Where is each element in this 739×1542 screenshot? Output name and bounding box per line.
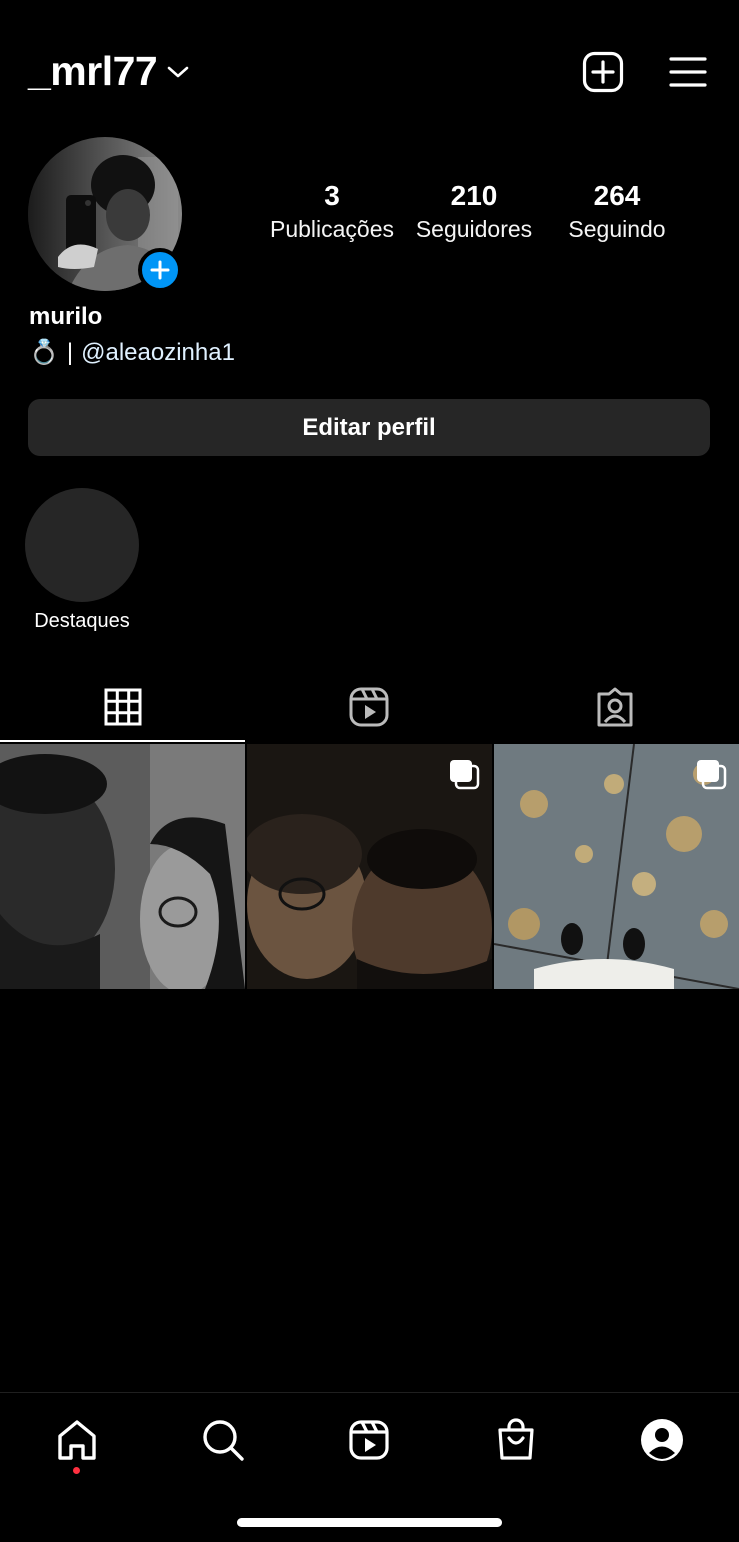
tab-grid[interactable]: [0, 672, 246, 742]
notification-dot: [73, 1467, 80, 1474]
username-title: _mrl77: [28, 48, 158, 94]
tab-active-indicator: [0, 740, 245, 742]
create-post-button[interactable]: [579, 48, 627, 96]
home-icon: [58, 1420, 96, 1460]
chevron-down-icon: [167, 65, 189, 84]
home-indicator: [237, 1518, 502, 1527]
tab-reels[interactable]: [246, 672, 492, 742]
stat-count: 210: [450, 180, 498, 211]
post-thumbnail[interactable]: [494, 744, 739, 989]
nav-shop[interactable]: [486, 1410, 546, 1470]
bio-mention-link[interactable]: @aleaozinha1: [81, 339, 235, 367]
search-icon: [203, 1420, 244, 1461]
nav-profile[interactable]: [632, 1410, 692, 1470]
post-thumbnail[interactable]: [247, 744, 492, 989]
reels-icon: [349, 687, 389, 727]
nav-reels[interactable]: [339, 1410, 399, 1470]
stat-label: Seguindo: [568, 216, 666, 242]
display-name: murilo: [29, 303, 103, 330]
stat-posts[interactable]: 3 Publicações: [262, 180, 402, 246]
edit-profile-button[interactable]: Editar perfil: [28, 399, 710, 456]
shop-icon: [498, 1418, 534, 1460]
stat-label: Publicações: [269, 216, 395, 242]
plus-icon: [150, 260, 170, 280]
profile-icon: [641, 1419, 683, 1461]
add-story-button[interactable]: [138, 248, 182, 292]
highlight-new[interactable]: [25, 488, 139, 602]
post-thumbnail[interactable]: [0, 744, 245, 989]
ring-emoji: 💍: [29, 339, 59, 366]
grid-icon: [104, 688, 142, 726]
bio: 💍 | @aleaozinha1: [29, 338, 235, 367]
nav-search[interactable]: [193, 1410, 253, 1470]
bio-separator: |: [66, 338, 74, 366]
tagged-icon: [597, 687, 633, 727]
account-switcher[interactable]: _mrl77: [28, 48, 189, 95]
stat-count: 3: [324, 180, 340, 211]
carousel-icon: [695, 758, 727, 795]
tab-tagged[interactable]: [492, 672, 738, 742]
hamburger-icon: [669, 57, 707, 87]
stat-followers[interactable]: 210 Seguidores: [404, 180, 544, 246]
nav-home[interactable]: [47, 1410, 107, 1470]
carousel-icon: [448, 758, 480, 795]
plus-square-icon: [582, 51, 624, 93]
stat-count: 264: [593, 180, 641, 211]
stat-following[interactable]: 264 Seguindo: [547, 180, 687, 246]
bottom-nav-divider: [0, 1392, 739, 1393]
stat-label: Seguidores: [415, 216, 533, 242]
menu-button[interactable]: [664, 48, 712, 96]
reels-icon: [349, 1420, 389, 1460]
highlight-label: Destaques: [34, 610, 130, 632]
